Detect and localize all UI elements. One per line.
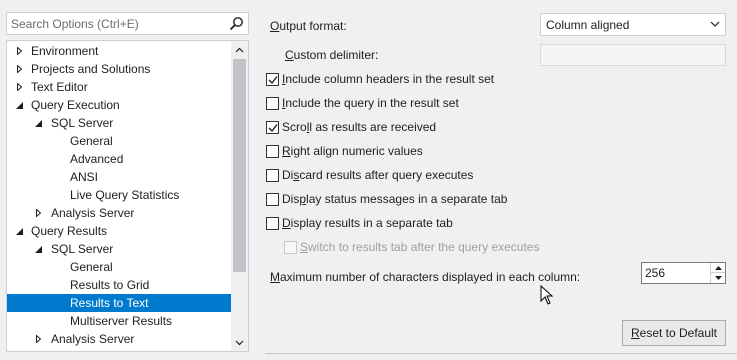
tree-item-label: Query Results	[31, 224, 108, 238]
output-format-dropdown[interactable]: Column aligned	[540, 13, 726, 36]
tree-item[interactable]: Query Execution	[7, 96, 231, 114]
results-separate-tab-label[interactable]: Display results in a separate tab	[282, 216, 453, 230]
custom-delimiter-field	[540, 44, 726, 66]
checkmark-icon	[268, 76, 278, 85]
switch-to-results-tab-checkbox	[284, 241, 297, 254]
max-chars-value[interactable]: 256	[645, 266, 665, 280]
expand-arrow-icon[interactable]	[14, 42, 24, 60]
expand-arrow-icon[interactable]	[33, 204, 43, 222]
collapse-arrow-icon[interactable]	[33, 240, 43, 258]
tree-item-label: Projects and Solutions	[31, 62, 151, 76]
collapse-arrow-icon[interactable]	[33, 114, 43, 132]
scrollbar-thumb[interactable]	[233, 59, 246, 272]
tree-item[interactable]: General	[7, 132, 231, 150]
custom-delimiter-label: Custom delimiter:	[285, 48, 379, 62]
tree-item-label: General	[70, 134, 113, 148]
tree-item[interactable]: ANSI	[7, 168, 231, 186]
include-query-label[interactable]: Include the query in the result set	[282, 96, 459, 110]
tree-item[interactable]: Environment	[7, 42, 231, 60]
scroll-as-received-checkbox[interactable]	[266, 121, 279, 134]
right-align-numeric-label[interactable]: Right align numeric values	[282, 144, 423, 158]
chevron-down-icon[interactable]	[710, 21, 720, 27]
tree-item-label: Text Editor	[31, 80, 88, 94]
tree-item-label: SQL Server	[51, 242, 114, 256]
max-chars-label: Maximum number of characters displayed i…	[270, 270, 581, 284]
output-format-value: Column aligned	[546, 18, 630, 32]
scroll-down-icon[interactable]	[231, 334, 248, 351]
max-chars-stepper[interactable]: 256	[641, 262, 726, 284]
tree-item-label: General	[70, 260, 113, 274]
tree-item-label: Live Query Statistics	[70, 188, 180, 202]
tree-item[interactable]: Results to Text	[7, 294, 231, 312]
tree-item-label: Results to Text	[70, 296, 149, 310]
expand-arrow-icon[interactable]	[14, 60, 24, 78]
tree-item-label: ANSI	[70, 170, 99, 184]
output-format-label: Output format:	[270, 19, 347, 33]
tree-item[interactable]: General	[7, 258, 231, 276]
status-messages-separate-tab-checkbox[interactable]	[266, 193, 279, 206]
tree-item-label: SQL Server	[51, 116, 114, 130]
collapse-arrow-icon[interactable]	[14, 96, 24, 114]
tree-item[interactable]: Multiserver Results	[7, 312, 231, 330]
tree-item[interactable]: Results to Grid	[7, 276, 231, 294]
tree-item[interactable]: Analysis Server	[7, 330, 231, 348]
tree-item-label: Environment	[31, 44, 99, 58]
include-query-checkbox[interactable]	[266, 97, 279, 110]
tree-item[interactable]: Analysis Server	[7, 204, 231, 222]
tree-item[interactable]: Text Editor	[7, 78, 231, 96]
bottom-divider	[265, 353, 737, 354]
expand-arrow-icon[interactable]	[14, 78, 24, 96]
tree-scrollbar[interactable]	[231, 41, 248, 351]
tree-item[interactable]: Advanced	[7, 150, 231, 168]
discard-results-checkbox[interactable]	[266, 169, 279, 182]
tree-item-label: Multiserver Results	[70, 314, 173, 328]
discard-results-label[interactable]: Discard results after query executes	[282, 168, 473, 182]
results-separate-tab-checkbox[interactable]	[266, 217, 279, 230]
scroll-up-icon[interactable]	[231, 41, 248, 58]
status-messages-separate-tab-label[interactable]: Display status messages in a separate ta…	[282, 192, 507, 206]
include-column-headers-label[interactable]: Include column headers in the result set	[282, 72, 494, 86]
collapse-arrow-icon[interactable]	[14, 222, 24, 240]
search-input[interactable]	[7, 13, 227, 34]
decrement-icon[interactable]	[711, 273, 725, 283]
tree-item-label: Results to Grid	[70, 278, 150, 292]
tree-item[interactable]: Projects and Solutions	[7, 60, 231, 78]
tree-item[interactable]: SQL Server	[7, 240, 231, 258]
tree-item[interactable]: SQL Server	[7, 114, 231, 132]
increment-icon[interactable]	[711, 263, 725, 273]
tree-item-label: Analysis Server	[51, 206, 135, 220]
options-tree[interactable]: Environment Projects and Solutions Text Ed…	[6, 40, 249, 352]
mouse-cursor-icon	[540, 285, 554, 305]
expand-arrow-icon[interactable]	[33, 330, 43, 348]
right-align-numeric-checkbox[interactable]	[266, 145, 279, 158]
scroll-as-received-label[interactable]: Scroll as results are received	[282, 120, 436, 134]
include-column-headers-checkbox[interactable]	[266, 73, 279, 86]
switch-to-results-tab-label: Switch to results tab after the query ex…	[300, 240, 540, 254]
checkmark-icon	[268, 124, 278, 133]
search-box[interactable]	[6, 12, 249, 35]
tree-item-label: Query Execution	[31, 98, 120, 112]
tree-item[interactable]: Query Results	[7, 222, 231, 240]
reset-to-default-button[interactable]: Reset to Default	[622, 320, 726, 346]
tree-item-label: Analysis Server	[51, 332, 135, 346]
tree-item-label: Advanced	[70, 152, 124, 166]
tree-item[interactable]: Live Query Statistics	[7, 186, 231, 204]
search-icon[interactable]	[229, 16, 244, 31]
